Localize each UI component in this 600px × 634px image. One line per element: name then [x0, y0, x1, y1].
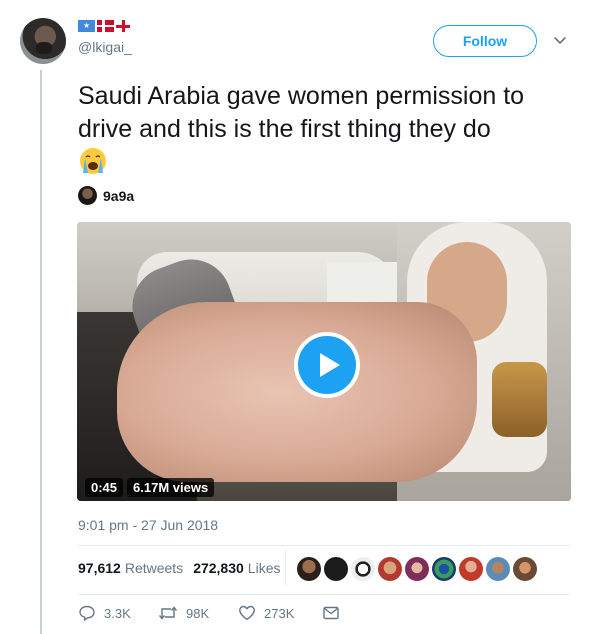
likes-label: Likes	[247, 560, 281, 576]
liker-avatar[interactable]	[351, 557, 375, 581]
follow-button[interactable]: Follow	[433, 25, 537, 57]
heart-icon	[239, 605, 255, 621]
retweets-stat[interactable]: 97,612 Retweets	[78, 560, 183, 576]
direct-message-action[interactable]	[322, 604, 340, 622]
avatar[interactable]	[20, 18, 66, 64]
retweet-icon	[158, 606, 178, 620]
liker-avatar[interactable]	[459, 557, 483, 581]
liker-avatars	[297, 557, 537, 581]
play-icon	[320, 353, 340, 377]
envelope-icon	[323, 606, 339, 620]
user-handle[interactable]: @lkigai_	[78, 39, 132, 55]
likes-stat[interactable]: 272,830 Likes	[193, 560, 280, 576]
like-count: 273K	[264, 605, 295, 621]
reply-count: 3.3K	[104, 605, 131, 621]
liker-avatar[interactable]	[378, 557, 402, 581]
video-meta: 0:45 6.17M views	[85, 478, 215, 497]
chevron-down-icon[interactable]	[553, 33, 567, 47]
retweets-count: 97,612	[78, 560, 121, 576]
media-author-avatar	[78, 186, 97, 205]
tweet-timestamp[interactable]: 9:01 pm - 27 Jun 2018	[78, 517, 218, 533]
liker-avatar[interactable]	[432, 557, 456, 581]
reply-action[interactable]: 3.3K	[78, 604, 158, 622]
stats-separator	[285, 550, 286, 586]
media-author[interactable]: 9a9a	[78, 186, 134, 205]
likes-count: 272,830	[193, 560, 244, 576]
retweet-action[interactable]: 98K	[158, 604, 238, 622]
reply-icon	[79, 605, 95, 621]
somalia-flag-icon	[78, 20, 95, 32]
loudly-crying-face-emoji-icon	[80, 148, 106, 174]
liker-avatar[interactable]	[513, 557, 537, 581]
thread-line	[40, 70, 42, 634]
action-bar: 3.3K 98K 273K	[78, 604, 340, 622]
engagement-stats: 97,612 Retweets 272,830 Likes	[78, 560, 280, 576]
flag-emojis	[78, 20, 130, 32]
england-flag-icon	[116, 20, 130, 32]
media-author-name: 9a9a	[103, 187, 135, 204]
retweet-count: 98K	[186, 605, 210, 621]
video-views: 6.17M views	[127, 478, 215, 497]
play-button[interactable]	[294, 332, 360, 398]
retweets-label: Retweets	[124, 560, 184, 576]
video-duration: 0:45	[85, 478, 124, 497]
liker-avatar[interactable]	[297, 557, 321, 581]
tweet-text: Saudi Arabia gave women permission to dr…	[78, 82, 525, 143]
divider-top	[78, 545, 570, 546]
liker-avatar[interactable]	[324, 557, 348, 581]
liker-avatar[interactable]	[405, 557, 429, 581]
video-player[interactable]: 0:45 6.17M views	[77, 222, 571, 501]
denmark-flag-icon	[97, 20, 114, 32]
like-action[interactable]: 273K	[238, 604, 322, 622]
liker-avatar[interactable]	[486, 557, 510, 581]
divider-bottom	[78, 594, 570, 595]
